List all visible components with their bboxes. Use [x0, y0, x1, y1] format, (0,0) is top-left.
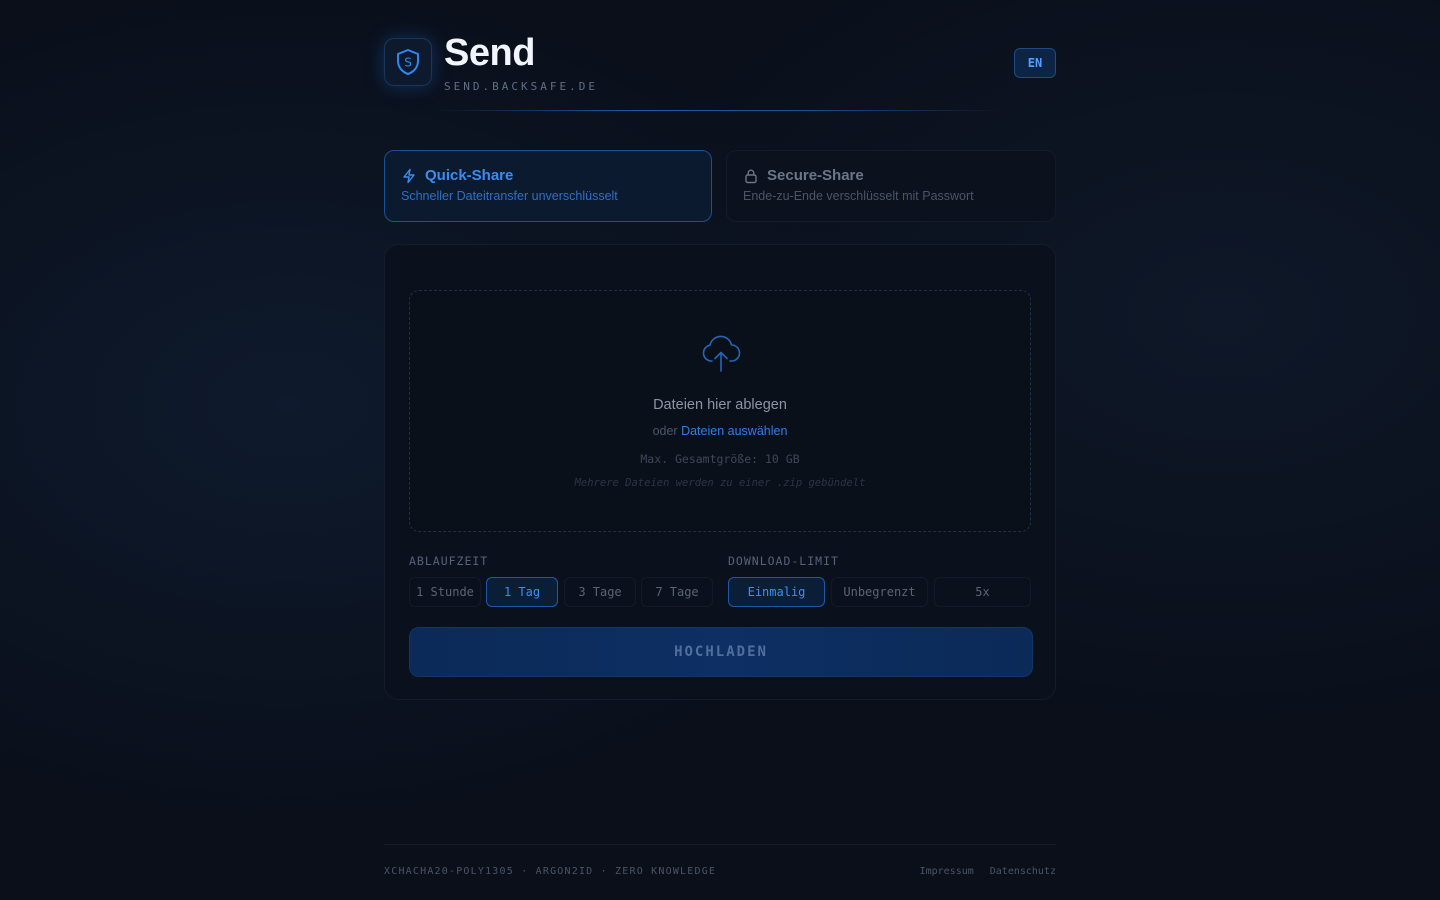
mode-secure-share-head: Secure-Share: [743, 167, 1039, 184]
expiry-option-7d[interactable]: 7 Tage: [641, 577, 713, 607]
impressum-link[interactable]: Impressum: [920, 866, 974, 877]
expiry-option-3d[interactable]: 3 Tage: [564, 577, 636, 607]
datenschutz-link[interactable]: Datenschutz: [990, 866, 1056, 877]
file-dropzone[interactable]: Dateien hier ablegen oder Dateien auswäh…: [409, 290, 1031, 532]
upload-button[interactable]: HOCHLADEN: [409, 627, 1033, 677]
lock-icon: [745, 169, 757, 183]
zip-note-text: Mehrere Dateien werden zu einer .zip geb…: [574, 477, 866, 489]
app-domain: SEND.BACKSAFE.DE: [444, 80, 598, 93]
svg-text:S: S: [404, 56, 412, 70]
mode-quick-share-head: Quick-Share: [401, 167, 695, 184]
app-title: Send: [444, 32, 535, 74]
cloud-upload-icon: [702, 335, 741, 372]
mode-quick-share-desc: Schneller Dateitransfer unverschlüsselt: [401, 189, 618, 203]
header: S Send SEND.BACKSAFE.DE EN: [384, 32, 1056, 112]
header-divider: [434, 110, 1006, 111]
dropzone-title: Dateien hier ablegen: [653, 397, 787, 413]
mode-secure-share[interactable]: Secure-Share Ende-zu-Ende verschlüsselt …: [726, 150, 1056, 222]
expiry-option-1h[interactable]: 1 Stunde: [409, 577, 481, 607]
mode-selector: Quick-Share Schneller Dateitransfer unve…: [384, 150, 1056, 224]
upload-panel: Dateien hier ablegen oder Dateien auswäh…: [384, 244, 1056, 700]
lightning-icon: [403, 168, 415, 183]
choose-files-link[interactable]: Dateien auswählen: [681, 424, 787, 438]
dropzone-or-line: oder Dateien auswählen: [410, 424, 1030, 438]
download-limit-label: DOWNLOAD-LIMIT: [728, 554, 839, 568]
limit-option-unlimited[interactable]: Unbegrenzt: [831, 577, 928, 607]
limit-option-once[interactable]: Einmalig: [728, 577, 825, 607]
shield-icon: S: [397, 49, 419, 75]
footer-tech-stack: XCHACHA20-POLY1305 · ARGON2ID · ZERO KNO…: [384, 866, 717, 877]
logo: S: [384, 38, 432, 86]
mode-secure-share-title: Secure-Share: [767, 167, 864, 184]
mode-quick-share[interactable]: Quick-Share Schneller Dateitransfer unve…: [384, 150, 712, 222]
max-size-text: Max. Gesamtgröße: 10 GB: [640, 452, 800, 466]
expiry-option-1d[interactable]: 1 Tag: [486, 577, 558, 607]
footer-divider: [384, 844, 1056, 845]
page: S Send SEND.BACKSAFE.DE EN Quick-Share S…: [384, 0, 1056, 900]
mode-secure-share-desc: Ende-zu-Ende verschlüsselt mit Passwort: [743, 189, 974, 203]
mode-quick-share-title: Quick-Share: [425, 167, 514, 184]
dropzone-or-text: oder: [652, 424, 682, 438]
limit-option-5x[interactable]: 5x: [934, 577, 1031, 607]
footer-links: Impressum Datenschutz: [920, 866, 1056, 877]
language-button[interactable]: EN: [1014, 48, 1056, 78]
expiry-label: ABLAUFZEIT: [409, 554, 489, 568]
